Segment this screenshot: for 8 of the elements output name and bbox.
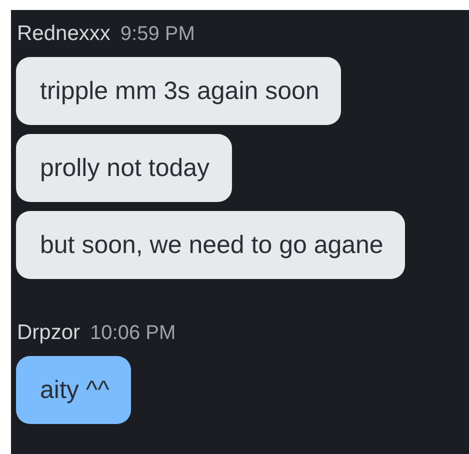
message-time: 9:59 PM (120, 23, 195, 46)
message-bubble: tripple mm 3s again soon (16, 57, 342, 125)
message-bubble: prolly not today (16, 134, 232, 202)
message-time: 10:06 PM (90, 322, 176, 345)
author-name: Drpzor (17, 321, 80, 345)
message-bubble: but soon, we need to go agane (16, 211, 406, 279)
message-bubble: aity ^^ (16, 356, 132, 424)
author-name: Rednexxx (17, 22, 110, 46)
